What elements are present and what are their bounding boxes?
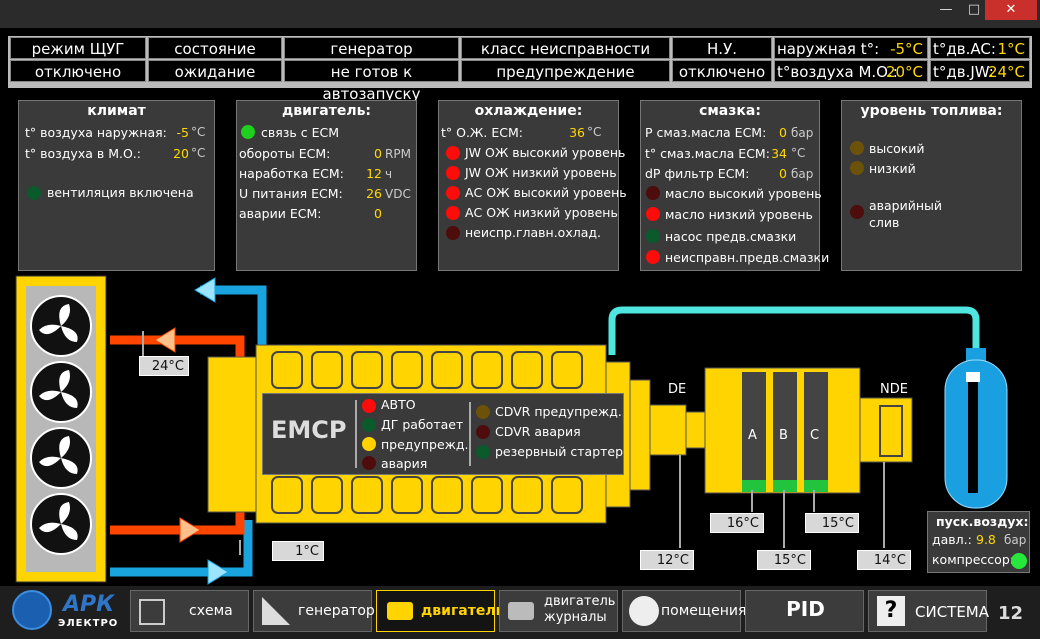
page-number: 12	[998, 603, 1024, 624]
cdvr-warning-label: CDVR предупрежд.	[495, 404, 622, 419]
phase-b-label: B	[779, 428, 788, 443]
cdvr-warning-led-icon	[476, 405, 490, 419]
compressor-led-icon	[1011, 553, 1027, 569]
phase-c-label: C	[810, 428, 820, 443]
phase-a-label: A	[748, 428, 757, 443]
fan-icon	[629, 596, 659, 626]
air-pressure-unit: бар	[1004, 533, 1027, 547]
hot-pipe-top-arrow-icon	[154, 327, 176, 353]
start-air-title: пуск.воздух:	[936, 514, 1029, 529]
backup-starter-label: резервный стартер	[495, 444, 624, 459]
nde-temp: 14°C	[857, 550, 911, 570]
nav-engine-label: двигатель	[421, 603, 505, 619]
cold-pipe-bottom-arrow-icon	[207, 559, 229, 585]
engine-icon	[387, 602, 413, 620]
logo-arrow-icon	[12, 590, 52, 630]
radiator-cold-temp: 1°C	[272, 541, 324, 561]
nav-engine-log-label-1: двигатель	[544, 594, 616, 609]
phase-b-temp: 15°C	[757, 550, 811, 570]
de-bearing	[649, 404, 687, 456]
air-pressure-label: давл.:	[932, 532, 972, 547]
emcp-running-label: ДГ работает	[381, 417, 464, 432]
nav-engine-log-button[interactable]: двигатель журналы	[499, 590, 618, 632]
nav-engine-button[interactable]: двигатель	[376, 590, 504, 632]
de-temp: 12°C	[640, 550, 694, 570]
help-icon: ?	[877, 596, 905, 626]
gauge-icon	[262, 597, 290, 625]
nav-rooms-label: помещения	[661, 603, 747, 619]
emcp-warning-label: предупрежд.	[381, 437, 469, 452]
nav-scheme-button[interactable]: схема	[130, 590, 249, 632]
de-label: DE	[668, 382, 687, 397]
nav-pid-button[interactable]: PID	[745, 590, 864, 632]
emcp-alarm-label: авария	[381, 456, 428, 471]
scheme-icon	[139, 599, 165, 625]
emcp-title: EMCP	[271, 416, 347, 444]
emcp-panel: EMCP АВТО ДГ работает предупрежд. авария…	[262, 393, 624, 475]
nav-system-button[interactable]: ? СИСТЕМА	[868, 590, 990, 632]
cdvr-alarm-label: CDVR авария	[495, 424, 581, 439]
compressor-label: компрессор:	[932, 552, 1014, 567]
cold-pipe-top-arrow-icon	[194, 277, 216, 303]
cdvr-alarm-led-icon	[476, 425, 490, 439]
hot-pipe-bottom-arrow-icon	[179, 517, 201, 543]
air-pressure-value: 9.8	[976, 532, 996, 547]
nav-pid-label: PID	[786, 597, 825, 621]
nav-engine-log-label-2: журналы	[544, 610, 607, 625]
nav-scheme-label: схема	[189, 603, 233, 619]
nav-system-label: СИСТЕМА	[915, 603, 990, 621]
backup-starter-led-icon	[476, 445, 490, 459]
emcp-alarm-led-icon	[362, 456, 376, 470]
start-air-panel: пуск.воздух: давл.: 9.8 бар компрессор:	[927, 511, 1030, 573]
emcp-auto-label: АВТО	[381, 397, 416, 412]
nav-generator-button[interactable]: генератор	[253, 590, 375, 632]
phase-c-temp: 15°C	[805, 513, 859, 533]
engine-log-icon	[508, 602, 534, 620]
logo-text: АРК	[63, 592, 115, 617]
nav-rooms-button[interactable]: помещения	[622, 590, 746, 632]
engine-front-cover	[207, 356, 257, 513]
logo-subtext: ЭЛЕКТРО	[58, 618, 119, 629]
nav-generator-label: генератор	[298, 603, 375, 619]
logo: АРК ЭЛЕКТРО	[8, 590, 126, 632]
radiator-hot-temp: 24°C	[139, 356, 189, 376]
emcp-warning-led-icon	[362, 437, 376, 451]
phase-a-temp: 16°C	[710, 513, 764, 533]
nde-label: NDE	[880, 382, 908, 397]
emcp-auto-led-icon	[362, 399, 376, 413]
engine-diagram	[15, 275, 1008, 585]
emcp-running-led-icon	[362, 418, 376, 432]
air-pipe	[608, 306, 980, 355]
